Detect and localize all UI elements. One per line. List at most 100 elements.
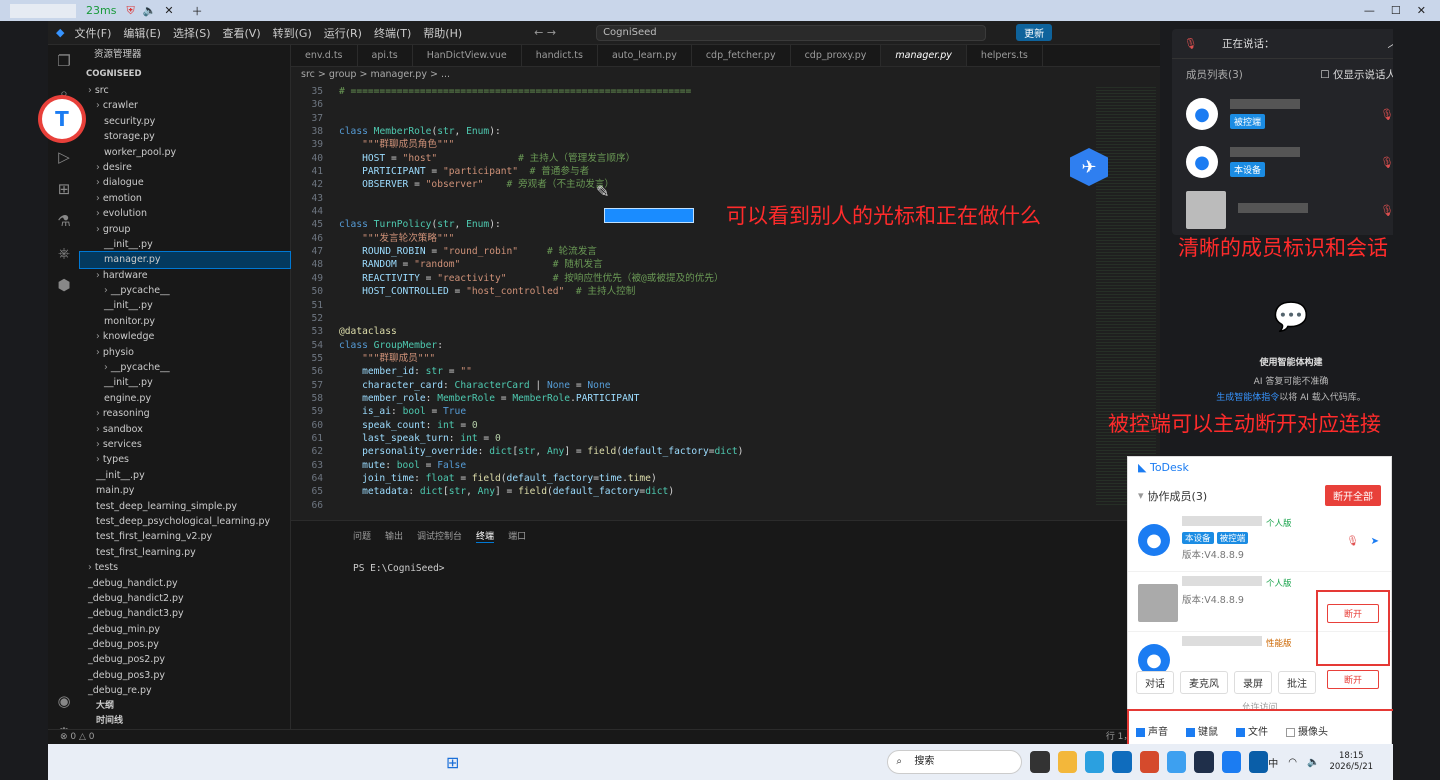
start-icon[interactable]: ⊞ xyxy=(446,753,459,772)
tree-folder[interactable]: › types xyxy=(80,452,290,467)
extensions-icon[interactable]: ⊞ xyxy=(48,173,80,205)
tree-folder[interactable]: › __pycache__ xyxy=(80,360,290,375)
editor-tab[interactable]: manager.py xyxy=(881,45,967,66)
mic-muted-icon[interactable]: 🎙 xyxy=(1346,536,1359,547)
tree-file[interactable]: storage.py xyxy=(80,129,290,144)
panel-tab[interactable]: 调试控制台 xyxy=(417,529,462,543)
tree-folder[interactable]: › group xyxy=(80,222,290,237)
disconnect-all-button[interactable]: 断开全部 xyxy=(1325,485,1381,506)
tree-folder[interactable]: › __pycache__ xyxy=(80,283,290,298)
menu-item[interactable]: 选择(S) xyxy=(173,27,211,40)
close-tab-icon[interactable]: ✕ xyxy=(164,4,173,17)
minimap[interactable] xyxy=(1096,87,1156,507)
minimize-icon[interactable]: — xyxy=(1364,4,1375,17)
todesk-taskbar-icon[interactable] xyxy=(1221,751,1241,773)
outline-section[interactable]: 大纲 xyxy=(80,699,291,714)
ime-indicator[interactable]: 中 xyxy=(1268,755,1278,770)
tree-file[interactable]: _debug_pos.py xyxy=(80,637,290,652)
tree-file[interactable]: __init__.py xyxy=(80,237,290,252)
tree-file[interactable]: __init__.py xyxy=(80,375,290,390)
editor-tab[interactable]: api.ts xyxy=(358,45,413,66)
disconnect-button[interactable]: 断开 xyxy=(1326,670,1379,689)
app-icon[interactable] xyxy=(1030,751,1050,773)
app-icon[interactable] xyxy=(1167,751,1187,773)
mic-muted-icon[interactable]: 🎙 xyxy=(1380,204,1394,217)
tree-file[interactable]: test_deep_psychological_learning.py xyxy=(80,514,290,529)
mic-muted-icon[interactable]: 🎙 xyxy=(1380,108,1394,121)
todesk-action-button[interactable]: 录屏 xyxy=(1234,671,1272,694)
volume-icon[interactable]: 🔈 xyxy=(1307,757,1319,768)
todesk-float-button[interactable]: T xyxy=(38,95,86,143)
python-icon[interactable]: ⬢ xyxy=(48,269,80,301)
testing-icon[interactable]: ⚗ xyxy=(48,205,80,237)
panel-tab[interactable]: 端口 xyxy=(508,529,526,543)
tree-folder[interactable]: › reasoning xyxy=(80,406,290,421)
explorer-icon[interactable]: ❐ xyxy=(48,45,80,77)
shield-icon[interactable]: ⛨ xyxy=(126,4,134,18)
project-root[interactable]: COGNISEED xyxy=(80,65,290,83)
tree-file[interactable]: test_first_learning.py xyxy=(80,545,290,560)
editor-tab[interactable]: handict.ts xyxy=(522,45,598,66)
tree-folder[interactable]: › tests xyxy=(80,560,290,575)
chrome-icon[interactable] xyxy=(1139,751,1160,773)
tree-file[interactable]: monitor.py xyxy=(80,314,290,329)
maximize-icon[interactable]: ☐ xyxy=(1391,4,1401,17)
chevron-down-icon[interactable]: ▾ xyxy=(1138,489,1144,502)
clock[interactable]: 18:15 2026/5/21 xyxy=(1329,751,1373,773)
tree-file[interactable]: _debug_handict2.py xyxy=(80,591,290,606)
tree-file[interactable]: test_first_learning_v2.py xyxy=(80,529,290,544)
vscode-taskbar-icon[interactable] xyxy=(1248,751,1269,773)
tree-file[interactable]: manager.py xyxy=(79,251,291,269)
tree-file[interactable]: _debug_pos2.py xyxy=(80,652,290,667)
mic-muted-icon[interactable]: 🎙 xyxy=(1184,29,1197,59)
tree-folder[interactable]: › services xyxy=(80,437,290,452)
menu-item[interactable]: 转到(G) xyxy=(273,27,312,40)
editor-tab[interactable]: helpers.ts xyxy=(967,45,1043,66)
close-icon[interactable]: ✕ xyxy=(1417,4,1426,17)
tree-file[interactable]: _debug_pos3.py xyxy=(80,668,290,683)
panel-tab[interactable]: 终端 xyxy=(476,529,495,543)
command-center-input[interactable]: CogniSeed xyxy=(596,24,987,41)
editor-tab[interactable]: env.d.ts xyxy=(291,45,358,66)
menu-item[interactable]: 编辑(E) xyxy=(123,27,161,40)
editor-tab[interactable]: cdp_fetcher.py xyxy=(692,45,791,66)
tree-file[interactable]: __init__.py xyxy=(80,468,290,483)
todesk-action-button[interactable]: 批注 xyxy=(1278,671,1316,694)
menu-item[interactable]: 文件(F) xyxy=(74,27,111,40)
run-debug-icon[interactable]: ▷ xyxy=(48,141,80,173)
breadcrumb[interactable]: src > group > manager.py > ... xyxy=(291,67,1160,83)
tree-file[interactable]: _debug_handict3.py xyxy=(80,606,290,621)
tree-file[interactable]: main.py xyxy=(80,483,290,498)
tree-file[interactable]: _debug_re.py xyxy=(80,683,290,698)
panel-tab[interactable]: 问题 xyxy=(353,529,371,543)
tree-file[interactable]: test_deep_learning_simple.py xyxy=(80,499,290,514)
wifi-icon[interactable]: ◠ xyxy=(1288,757,1297,768)
update-button[interactable]: 更新 xyxy=(1016,24,1053,41)
editor-tab[interactable]: cdp_proxy.py xyxy=(791,45,882,66)
ai-link[interactable]: 生成智能体指令 xyxy=(1216,393,1279,403)
pointer-icon[interactable]: ➤ xyxy=(1371,536,1379,547)
menu-item[interactable]: 终端(T) xyxy=(374,27,411,40)
tree-file[interactable]: _debug_min.py xyxy=(80,622,290,637)
panel-tab[interactable]: 输出 xyxy=(385,529,403,543)
remote-icon[interactable]: ⎈ xyxy=(48,237,80,269)
tree-folder[interactable]: › evolution xyxy=(80,206,290,221)
tree-file[interactable]: security.py xyxy=(80,114,290,129)
edge-icon[interactable] xyxy=(1085,751,1105,773)
editor-tab[interactable]: auto_learn.py xyxy=(598,45,692,66)
tree-file[interactable]: __init__.py xyxy=(80,298,290,313)
speaker-icon[interactable]: 🔈 xyxy=(143,4,157,17)
mic-muted-icon[interactable]: 🎙 xyxy=(1380,156,1394,169)
menu-item[interactable]: 运行(R) xyxy=(324,27,362,40)
tree-file[interactable]: engine.py xyxy=(80,391,290,406)
tree-folder[interactable]: › src xyxy=(80,83,290,98)
tree-folder[interactable]: › sandbox xyxy=(80,422,290,437)
tree-file[interactable]: _debug_handict.py xyxy=(80,576,290,591)
todesk-action-button[interactable]: 麦克风 xyxy=(1180,671,1228,694)
steam-icon[interactable] xyxy=(1194,751,1214,773)
menu-item[interactable]: 帮助(H) xyxy=(423,27,462,40)
store-icon[interactable] xyxy=(1112,751,1132,773)
folder-icon[interactable] xyxy=(1057,751,1078,773)
tree-folder[interactable]: › crawler xyxy=(80,98,290,113)
tree-folder[interactable]: › dialogue xyxy=(80,175,290,190)
